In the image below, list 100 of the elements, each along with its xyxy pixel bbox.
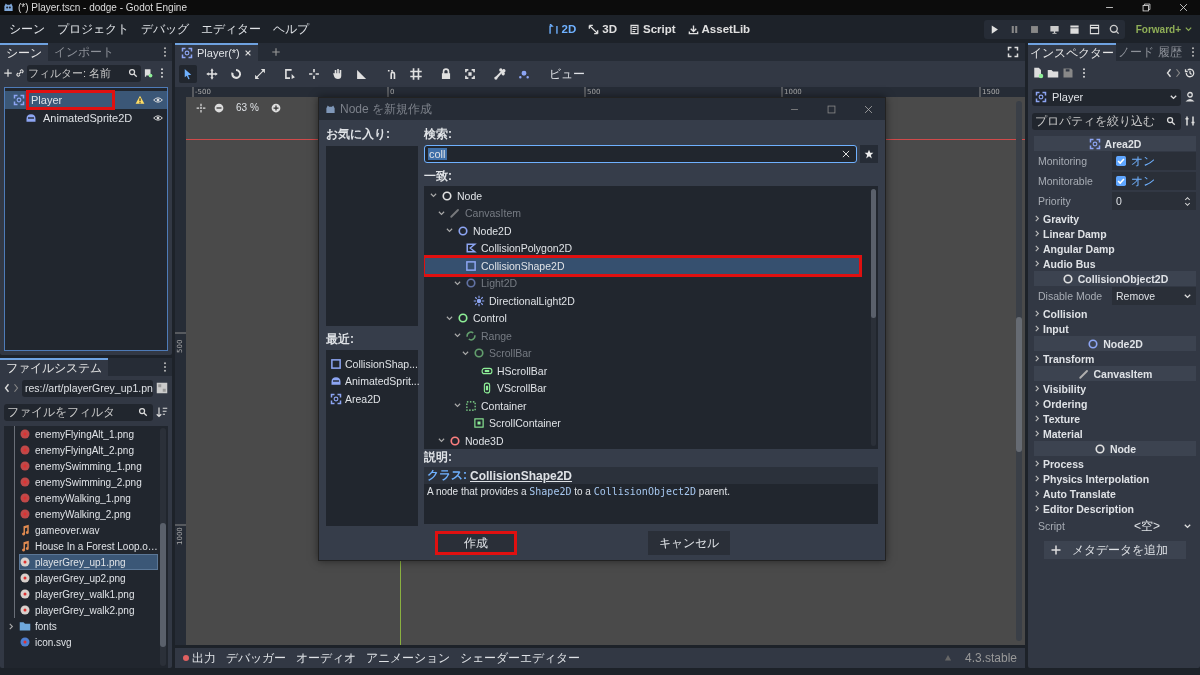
more-icon[interactable] bbox=[1191, 46, 1195, 58]
section-header[interactable]: Area2D bbox=[1034, 136, 1196, 151]
sort-icon[interactable] bbox=[156, 406, 168, 418]
scrollbar[interactable] bbox=[1016, 101, 1022, 641]
script-icon[interactable] bbox=[143, 68, 153, 78]
add-icon[interactable] bbox=[269, 46, 282, 58]
fullscreen-icon[interactable] bbox=[1007, 46, 1019, 58]
stop-icon[interactable] bbox=[1028, 23, 1040, 35]
file-item[interactable]: enemyWalking_2.png bbox=[19, 506, 158, 522]
section-header[interactable]: Node bbox=[1034, 441, 1196, 456]
more-icon[interactable] bbox=[163, 361, 167, 373]
property-group[interactable]: Process bbox=[1034, 456, 1196, 471]
workspace-button[interactable]: Script bbox=[623, 21, 681, 37]
property-group[interactable]: Linear Damp bbox=[1034, 226, 1196, 241]
property-group[interactable]: Physics Interpolation bbox=[1034, 471, 1196, 486]
recent-item[interactable]: AnimatedSprit... bbox=[326, 372, 418, 390]
file-item[interactable]: enemyFlyingAlt_2.png bbox=[19, 442, 158, 458]
file-item[interactable]: enemySwimming_2.png bbox=[19, 474, 158, 490]
bottom-tab[interactable]: デバッガー bbox=[226, 649, 286, 667]
menu-item[interactable]: エディター bbox=[196, 20, 266, 38]
property-group[interactable]: Editor Description bbox=[1034, 501, 1196, 516]
workspace-button[interactable]: 3D bbox=[583, 21, 622, 37]
property-group[interactable]: Angular Damp bbox=[1034, 241, 1196, 256]
file-item[interactable]: gameover.wav bbox=[19, 522, 158, 538]
scene-tab[interactable]: Player(*) bbox=[175, 43, 258, 61]
dock-tab[interactable]: ファイルシステム bbox=[0, 358, 108, 376]
section-header[interactable]: CanvasItem bbox=[1034, 366, 1196, 381]
file-item[interactable]: playerGrey_up2.png bbox=[19, 570, 158, 586]
menu-item[interactable]: デバッグ bbox=[136, 20, 194, 38]
save-icon[interactable] bbox=[1062, 67, 1074, 79]
number-field[interactable]: 0 bbox=[1112, 192, 1196, 210]
bottom-tab[interactable]: オーディオ bbox=[296, 649, 356, 667]
workspace-button[interactable]: AssetLib bbox=[682, 21, 756, 37]
dock-tab[interactable]: インポート bbox=[48, 43, 120, 61]
property-filter-field[interactable]: プロパティを絞り込む bbox=[1032, 112, 1181, 130]
version-label[interactable]: 4.3.stable bbox=[964, 651, 1017, 665]
property-group[interactable]: Input bbox=[1034, 321, 1196, 336]
grid-icon[interactable] bbox=[407, 65, 425, 83]
add-icon[interactable] bbox=[3, 68, 13, 78]
more-icon[interactable] bbox=[160, 67, 164, 79]
scene-tree-item[interactable]: Player bbox=[5, 91, 167, 109]
file-item[interactable]: playerGrey_up1.png bbox=[19, 554, 158, 570]
property-group[interactable]: Transform bbox=[1034, 351, 1196, 366]
dialog-button[interactable]: 作成 bbox=[434, 531, 517, 555]
sliders-icon[interactable] bbox=[1184, 115, 1196, 127]
object-selector[interactable]: Player bbox=[1032, 88, 1181, 106]
dock-tab[interactable]: 履歴 bbox=[1156, 43, 1184, 61]
search-field[interactable]: coll bbox=[424, 145, 857, 163]
zoom-out-icon[interactable] bbox=[214, 102, 224, 113]
dock-tab[interactable]: インスペクター bbox=[1028, 43, 1116, 61]
eye-icon[interactable] bbox=[153, 113, 163, 123]
file-item[interactable]: House In a Forest Loop.o… bbox=[19, 538, 158, 554]
recent-item[interactable]: Area2D bbox=[326, 390, 418, 408]
workspace-button[interactable]: 2D bbox=[542, 21, 582, 37]
menu-item[interactable]: ヘルプ bbox=[268, 20, 314, 38]
property-group[interactable]: Ordering bbox=[1034, 396, 1196, 411]
back-icon[interactable] bbox=[4, 382, 10, 394]
eye-icon[interactable] bbox=[153, 95, 163, 105]
link-icon[interactable] bbox=[15, 68, 25, 78]
class-tree-item[interactable]: Node3D bbox=[424, 432, 860, 449]
dropdown-field[interactable]: Remove bbox=[1112, 287, 1196, 305]
restore-icon[interactable] bbox=[1141, 2, 1152, 13]
view-menu[interactable]: ビュー bbox=[545, 63, 589, 85]
monitor-icon[interactable] bbox=[1048, 23, 1060, 35]
property-group[interactable]: Gravity bbox=[1034, 211, 1196, 226]
file-item[interactable]: playerGrey_walk1.png bbox=[19, 586, 158, 602]
close-icon[interactable] bbox=[1178, 2, 1189, 13]
property-group[interactable]: Collision bbox=[1034, 306, 1196, 321]
property-group[interactable]: Auto Translate bbox=[1034, 486, 1196, 501]
bottom-tab[interactable]: 出力 bbox=[183, 649, 216, 667]
clear-icon[interactable] bbox=[841, 149, 851, 159]
bottom-tab[interactable]: アニメーション bbox=[366, 649, 450, 667]
checkbox-field[interactable]: オン bbox=[1112, 172, 1196, 190]
file-filter-field[interactable]: ファイルをフィルタ bbox=[4, 403, 153, 421]
checkbox-field[interactable]: オン bbox=[1112, 152, 1196, 170]
warning-icon[interactable] bbox=[135, 95, 145, 105]
node-help-icon[interactable] bbox=[1184, 91, 1196, 103]
property-group[interactable]: Visibility bbox=[1034, 381, 1196, 396]
more-icon[interactable] bbox=[1082, 67, 1086, 79]
checkbox[interactable] bbox=[1116, 156, 1126, 166]
class-tree-item[interactable]: Node bbox=[424, 187, 860, 205]
folder-icon[interactable] bbox=[1047, 67, 1059, 79]
menu-item[interactable]: シーン bbox=[4, 20, 50, 38]
close-icon[interactable] bbox=[243, 49, 252, 57]
movie-settings-icon[interactable] bbox=[1108, 23, 1120, 35]
section-header[interactable]: Node2D bbox=[1034, 336, 1196, 351]
filter-field[interactable]: フィルター: 名前 bbox=[27, 64, 141, 82]
property-group[interactable]: Material bbox=[1034, 426, 1196, 441]
add-metadata-button[interactable]: メタデータを追加 bbox=[1044, 541, 1186, 559]
back-icon[interactable] bbox=[1166, 67, 1172, 79]
cursor-icon[interactable] bbox=[179, 65, 197, 83]
recent-item[interactable]: CollisionShap... bbox=[326, 355, 418, 373]
renderer-dropdown[interactable]: Forward+ bbox=[1132, 21, 1196, 37]
history-icon[interactable] bbox=[1184, 67, 1196, 79]
scrollbar[interactable] bbox=[871, 189, 876, 446]
thumbnail-icon[interactable] bbox=[156, 382, 168, 394]
center-view-icon[interactable] bbox=[196, 102, 206, 113]
zoom-level[interactable]: 63 % bbox=[236, 102, 259, 113]
more-icon[interactable] bbox=[163, 46, 167, 58]
scene-tree-item[interactable]: AnimatedSprite2D bbox=[5, 109, 167, 127]
